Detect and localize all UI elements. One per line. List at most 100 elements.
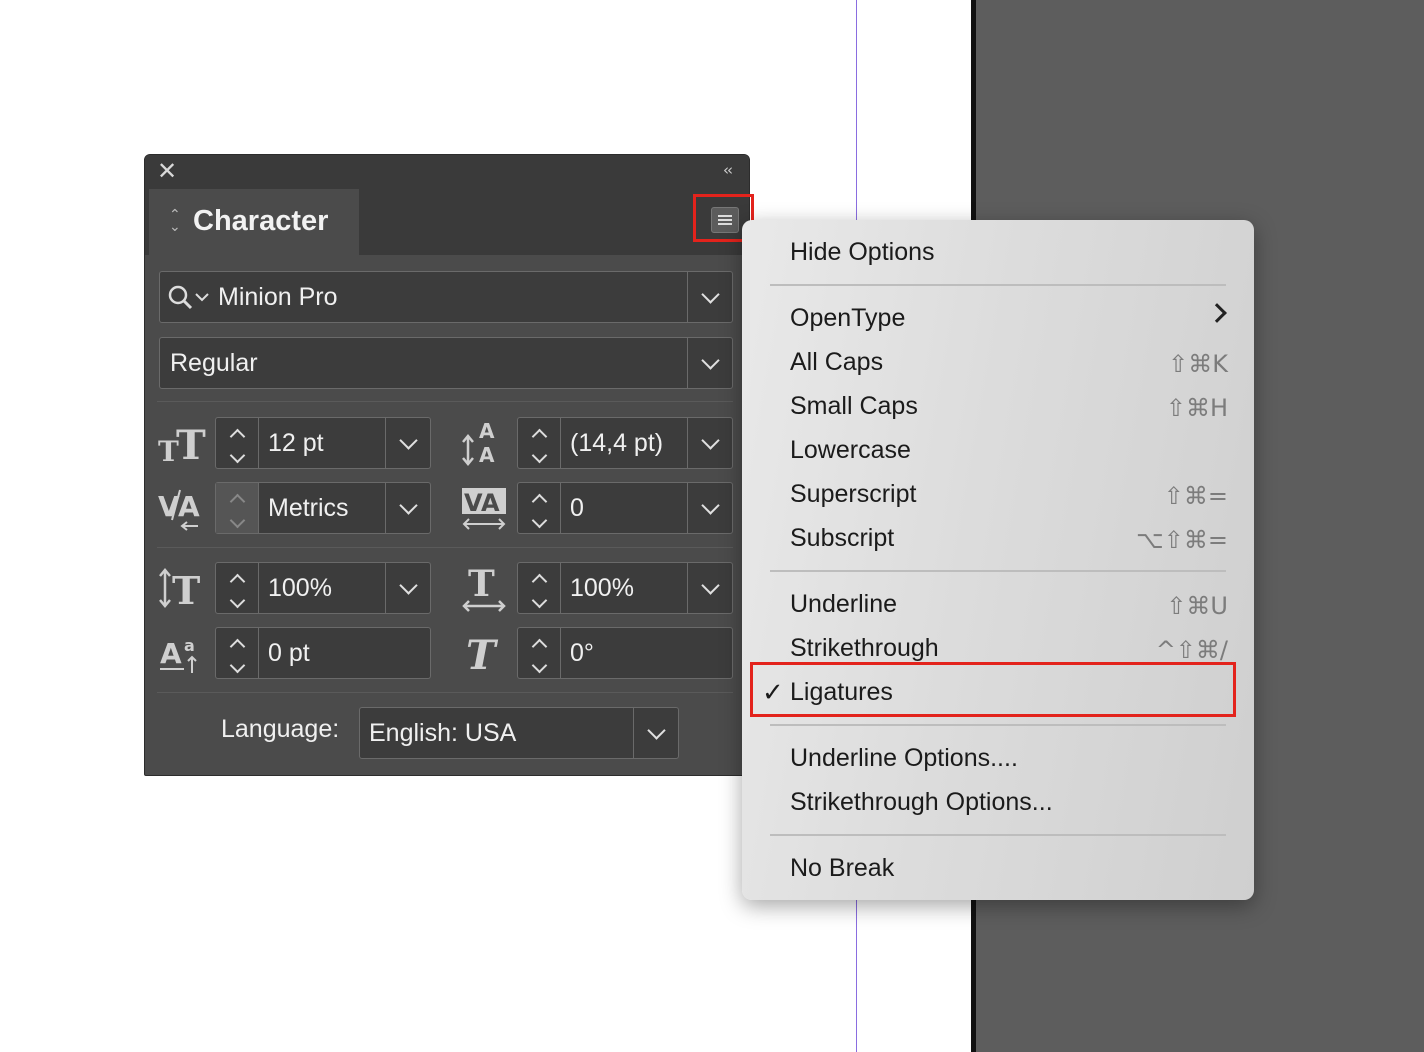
svg-text:T: T [466,632,499,677]
panel-title-bar[interactable]: ✕ ‹‹ [145,155,749,187]
font-style-dropdown[interactable] [687,338,732,388]
chevron-down-icon [700,495,720,515]
chevron-up-icon [229,638,245,655]
skew-field[interactable]: 0° [517,627,733,679]
svg-text:VA: VA [464,489,500,517]
menu-item-all-caps[interactable]: All Caps [790,348,883,377]
menu-item-opentype[interactable]: OpenType [790,304,905,333]
chevron-down-icon [646,720,666,740]
chevron-up-icon [229,428,245,445]
menu-item-no-break[interactable]: No Break [790,854,894,883]
chevron-up-icon [229,493,245,510]
font-size-field[interactable]: 12 pt [215,417,431,469]
menu-item-subscript[interactable]: Subscript [790,524,894,553]
baseline-shift-stepper[interactable] [216,628,259,678]
svg-text:T: T [172,568,200,612]
font-style-value: Regular [170,348,258,377]
font-style-field[interactable]: Regular [159,337,733,389]
search-icon [164,272,216,322]
updown-arrows-icon: ⌃ ⌄ [169,207,181,235]
skew-value: 0° [570,638,594,667]
menu-item-underline[interactable]: Underline [790,590,897,619]
menu-item-strikethrough[interactable]: Strikethrough [790,634,939,663]
chevron-down-icon [398,575,418,595]
chevron-down-icon [398,430,418,450]
svg-text:A: A [160,637,182,670]
chevron-up-icon [531,428,547,445]
baseline-shift-field[interactable]: 0 pt [215,627,431,679]
font-size-dropdown[interactable] [385,418,430,468]
horizontal-scale-icon: T [459,562,509,614]
tracking-dropdown[interactable] [687,483,732,533]
shortcut-all-caps: ⇧⌘K [1168,350,1228,378]
language-dropdown[interactable] [633,708,678,758]
leading-icon: AA [459,417,505,469]
font-family-field[interactable]: Minion Pro [159,271,733,323]
shortcut-strikethrough: ^⇧⌘/ [1155,636,1228,664]
chevron-down-icon [229,512,245,529]
vertical-scale-value: 100% [268,573,332,602]
kerning-dropdown[interactable] [385,483,430,533]
language-label: Language: [221,715,340,743]
baseline-shift-value: 0 pt [268,638,310,667]
vertical-scale-dropdown[interactable] [385,563,430,613]
chevron-up-icon [531,638,547,655]
vertical-scale-icon: T [157,562,207,614]
collapse-panel-icon[interactable]: ‹‹ [723,161,733,179]
chevron-down-icon [700,350,720,370]
chevron-down-icon [531,657,547,674]
chevron-down-icon [700,575,720,595]
menu-item-lowercase[interactable]: Lowercase [790,436,911,465]
language-value: English: USA [369,718,517,747]
menu-separator [770,834,1226,836]
chevron-down-icon [531,592,547,609]
tab-character[interactable]: ⌃ ⌄ Character [149,189,359,255]
panel-flyout-menu: Hide Options OpenType All Caps ⇧⌘K Small… [742,220,1254,900]
skew-icon: T [459,627,509,679]
kerning-icon: VA [157,482,207,534]
leading-field[interactable]: (14,4 pt) [517,417,733,469]
leading-value: (14,4 pt) [570,428,664,457]
horizontal-scale-dropdown[interactable] [687,563,732,613]
horizontal-scale-value: 100% [570,573,634,602]
shortcut-small-caps: ⇧⌘H [1165,394,1228,422]
kerning-stepper[interactable] [216,483,259,533]
leading-dropdown[interactable] [687,418,732,468]
horizontal-scale-field[interactable]: 100% [517,562,733,614]
shortcut-superscript: ⇧⌘= [1163,482,1228,510]
panel-tab-strip: ⌃ ⌄ Character [145,187,749,255]
font-size-icon: TT [157,417,207,469]
svg-text:a: a [184,636,195,655]
chevron-down-icon [700,430,720,450]
chevron-right-icon [1207,303,1227,323]
menu-item-superscript[interactable]: Superscript [790,480,916,509]
kerning-field[interactable]: Metrics [215,482,431,534]
menu-item-hide-options[interactable]: Hide Options [790,238,935,267]
svg-text:V: V [158,490,180,523]
chevron-down-icon [398,495,418,515]
menu-item-underline-options[interactable]: Underline Options.... [790,744,1018,773]
chevron-down-icon [229,447,245,464]
close-icon[interactable]: ✕ [157,159,177,183]
svg-text:A: A [479,443,495,467]
shortcut-underline: ⇧⌘U [1166,592,1228,620]
menu-item-small-caps[interactable]: Small Caps [790,392,918,421]
vertical-scale-stepper[interactable] [216,563,259,613]
font-family-dropdown[interactable] [687,272,732,322]
tracking-stepper[interactable] [518,483,561,533]
font-size-stepper[interactable] [216,418,259,468]
divider [157,692,733,693]
panel-title: Character [193,205,329,237]
skew-stepper[interactable] [518,628,561,678]
chevron-down-icon [700,284,720,304]
tracking-field[interactable]: 0 [517,482,733,534]
vertical-scale-field[interactable]: 100% [215,562,431,614]
leading-stepper[interactable] [518,418,561,468]
menu-item-strikethrough-options[interactable]: Strikethrough Options... [790,788,1053,817]
ligatures-highlight [750,662,1236,717]
font-size-value: 12 pt [268,428,324,457]
horizontal-scale-stepper[interactable] [518,563,561,613]
chevron-down-icon [531,447,547,464]
divider [157,547,733,548]
language-field[interactable]: English: USA [359,707,679,759]
